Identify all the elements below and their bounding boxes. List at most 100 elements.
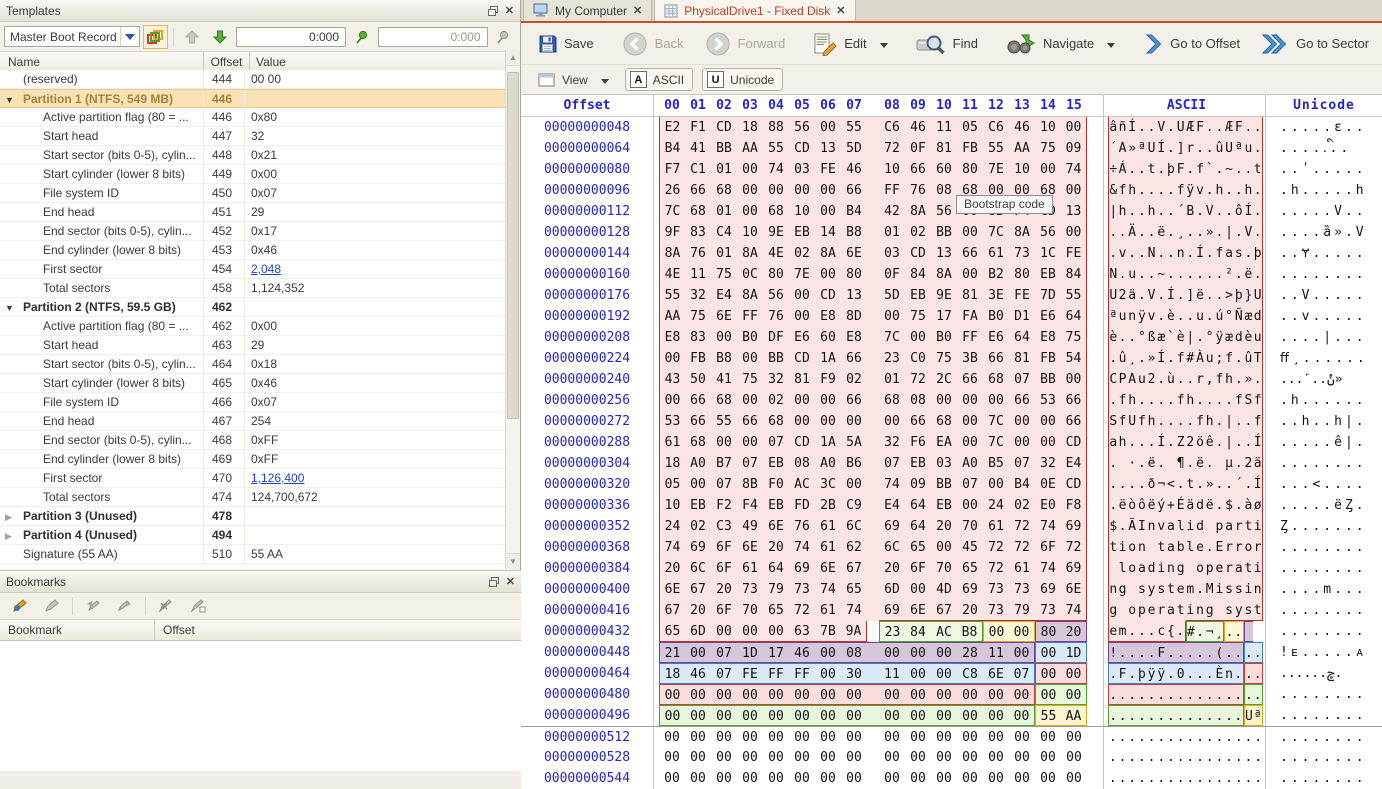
- hex-byte[interactable]: 61: [815, 537, 841, 558]
- ascii-char[interactable]: .: [1224, 705, 1234, 726]
- ascii-char[interactable]: v: [1118, 243, 1128, 264]
- hex-byte[interactable]: 55: [841, 117, 867, 138]
- hex-byte[interactable]: 02: [1009, 495, 1035, 516]
- hex-byte[interactable]: 00: [841, 705, 867, 726]
- ascii-char[interactable]: .: [1137, 285, 1147, 306]
- ascii-char[interactable]: u: [1195, 306, 1205, 327]
- hex-byte[interactable]: 00: [711, 684, 737, 705]
- hex-row-offset[interactable]: 00000000080: [521, 159, 654, 180]
- hex-byte[interactable]: 9A: [841, 621, 867, 642]
- hex-byte[interactable]: 00: [737, 684, 763, 705]
- hex-byte[interactable]: 00: [737, 159, 763, 180]
- ascii-char[interactable]: p: [1215, 516, 1225, 537]
- ascii-char[interactable]: .: [1215, 117, 1225, 138]
- hex-byte[interactable]: 4E: [763, 243, 789, 264]
- hex-byte[interactable]: 28: [957, 642, 983, 663]
- template-row[interactable]: Start sector (bits 0-5), cylin...4480x21: [0, 146, 506, 165]
- ascii-char[interactable]: |: [1224, 411, 1234, 432]
- hex-byte[interactable]: 6E: [711, 306, 737, 327]
- hex-byte[interactable]: 20: [711, 579, 737, 600]
- ascii-char[interactable]: n: [1166, 558, 1176, 579]
- ascii-char[interactable]: P: [1118, 369, 1128, 390]
- hex-byte[interactable]: C1: [685, 159, 711, 180]
- ascii-char[interactable]: .: [1127, 705, 1137, 726]
- hex-byte[interactable]: 01: [711, 201, 737, 222]
- ascii-char[interactable]: ë: [1147, 495, 1157, 516]
- view-button[interactable]: View: [531, 70, 616, 90]
- hex-byte[interactable]: 00: [1009, 642, 1035, 663]
- ascii-char[interactable]: æ: [1156, 327, 1166, 348]
- ascii-char[interactable]: .: [1147, 222, 1157, 243]
- ascii-char[interactable]: .: [1195, 642, 1205, 663]
- hex-byte[interactable]: E0: [1035, 495, 1061, 516]
- ascii-char[interactable]: .: [1108, 474, 1118, 495]
- hex-byte[interactable]: 65: [841, 579, 867, 600]
- scroll-up-icon[interactable]: ▲: [506, 50, 520, 66]
- hex-byte[interactable]: 00: [1035, 159, 1061, 180]
- ascii-char[interactable]: [1127, 579, 1137, 600]
- ascii-char[interactable]: ÿ: [1147, 663, 1157, 684]
- hex-byte[interactable]: 00: [931, 705, 957, 726]
- hex-byte[interactable]: E6: [1035, 306, 1061, 327]
- ascii-char[interactable]: .: [1205, 684, 1215, 705]
- ascii-char[interactable]: Z: [1176, 432, 1186, 453]
- hex-byte[interactable]: 00: [711, 621, 737, 642]
- hex-byte[interactable]: 66: [1009, 390, 1035, 411]
- hex-byte[interactable]: 00: [905, 579, 931, 600]
- hex-byte[interactable]: 1C: [1035, 243, 1061, 264]
- template-row[interactable]: End head45129: [0, 203, 506, 222]
- hex-byte[interactable]: 66: [905, 411, 931, 432]
- hex-byte[interactable]: 20: [763, 537, 789, 558]
- ascii-char[interactable]: .: [1137, 180, 1147, 201]
- ascii-char[interactable]: .: [1166, 117, 1176, 138]
- hex-byte[interactable]: 55: [711, 411, 737, 432]
- ascii-char[interactable]: [1186, 558, 1196, 579]
- ascii-char[interactable]: .: [1234, 684, 1244, 705]
- ascii-char[interactable]: t: [1186, 474, 1196, 495]
- hex-byte[interactable]: 00: [905, 327, 931, 348]
- ascii-char[interactable]: .: [1166, 768, 1176, 789]
- ascii-char[interactable]: .: [1186, 243, 1196, 264]
- hex-byte[interactable]: FE: [737, 663, 763, 684]
- ascii-char[interactable]: .: [1244, 727, 1254, 748]
- hex-row-offset[interactable]: 00000000048: [521, 117, 654, 138]
- ascii-char[interactable]: f: [1176, 180, 1186, 201]
- hex-byte[interactable]: CD: [905, 243, 931, 264]
- ascii-char[interactable]: Í: [1156, 348, 1166, 369]
- ascii-char[interactable]: .: [1253, 117, 1263, 138]
- hex-byte[interactable]: 00: [931, 663, 957, 684]
- hex-byte[interactable]: F0: [763, 474, 789, 495]
- unicode-text[interactable]: ..h..h|.: [1266, 411, 1382, 432]
- unicode-text[interactable]: ........: [1266, 621, 1382, 642]
- ascii-char[interactable]: æ: [1244, 306, 1254, 327]
- ascii-char[interactable]: .: [1215, 705, 1225, 726]
- ascii-char[interactable]: û: [1244, 348, 1254, 369]
- hex-byte[interactable]: 0F: [879, 264, 905, 285]
- hex-byte[interactable]: B6: [841, 453, 867, 474]
- hex-byte[interactable]: EB: [789, 222, 815, 243]
- hex-byte[interactable]: AC: [789, 474, 815, 495]
- hex-byte[interactable]: CD: [815, 285, 841, 306]
- ascii-char[interactable]: ¬: [1156, 474, 1166, 495]
- hex-byte[interactable]: 50: [685, 369, 711, 390]
- hex-byte[interactable]: 8A: [815, 243, 841, 264]
- hex-byte[interactable]: 68: [685, 432, 711, 453]
- ascii-char[interactable]: f: [1118, 180, 1128, 201]
- ascii-char[interactable]: .: [1215, 432, 1225, 453]
- hex-byte[interactable]: 61: [659, 432, 685, 453]
- hex-byte[interactable]: 02: [841, 369, 867, 390]
- hex-byte[interactable]: 64: [905, 495, 931, 516]
- ascii-char[interactable]: .: [1118, 727, 1128, 748]
- ascii-char[interactable]: .: [1234, 747, 1244, 768]
- ascii-char[interactable]: û: [1118, 348, 1128, 369]
- ascii-char[interactable]: v: [1195, 180, 1205, 201]
- hex-byte[interactable]: CD: [1061, 474, 1087, 495]
- hex-byte[interactable]: 46: [905, 117, 931, 138]
- ascii-char[interactable]: .: [1137, 390, 1147, 411]
- ascii-char[interactable]: +: [1166, 495, 1176, 516]
- hex-byte[interactable]: 00: [815, 117, 841, 138]
- hex-byte[interactable]: 7C: [879, 327, 905, 348]
- hex-byte[interactable]: C8: [957, 663, 983, 684]
- ascii-char[interactable]: Æ: [1186, 117, 1196, 138]
- ascii-char[interactable]: f: [1118, 411, 1128, 432]
